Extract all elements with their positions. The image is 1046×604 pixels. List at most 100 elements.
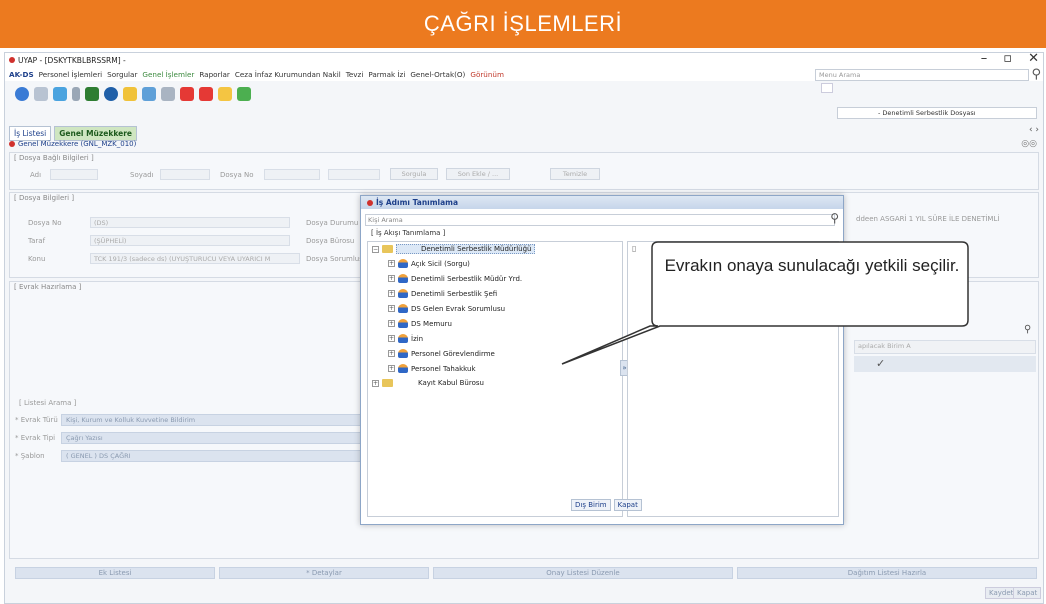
user-group-icon [398, 364, 408, 373]
evrak-turu-select[interactable]: Kişi, Kurum ve Kolluk Kuvvetine Bildirim [61, 414, 361, 426]
tab-nav-icon[interactable]: ‹ › [1029, 125, 1039, 135]
ad-field[interactable] [50, 169, 98, 180]
tree-node[interactable]: + İzin [388, 334, 423, 343]
tab-ek-listesi[interactable]: Ek Listesi [15, 567, 215, 579]
tree-node[interactable]: + Açık Sicil (Sorgu) [388, 259, 470, 268]
close-icon[interactable]: ✕ [1028, 51, 1039, 66]
tree-root-label[interactable]: Denetimli Serbestlik Müdürlüğü [396, 244, 535, 254]
section-title: [ Dosya Bilgileri ] [14, 194, 75, 202]
form-icon [9, 141, 15, 147]
menu-sorgular[interactable]: Sorgular [107, 70, 137, 79]
panel-toggle-icon[interactable]: ◎◎ [1021, 139, 1037, 149]
search-icon[interactable]: ⚲ [1024, 324, 1031, 335]
menu-genel-ortak[interactable]: Genel-Ortak(O) [410, 70, 465, 79]
dosyano-field[interactable] [264, 169, 320, 180]
kapat-button[interactable]: Kapat [1013, 587, 1042, 599]
temizle-button[interactable]: Temizle [550, 168, 600, 180]
tree-node[interactable]: + Kayıt Kabul Bürosu [372, 379, 484, 387]
soyadi-field[interactable] [160, 169, 210, 180]
tab-dagitim-listesi[interactable]: Dağıtım Listesi Hazırla [737, 567, 1037, 579]
menu-personel[interactable]: Personel İşlemleri [39, 70, 103, 79]
menu-search-input[interactable]: Menu Arama [815, 69, 1029, 81]
dis-birim-button[interactable]: Dış Birim [571, 499, 611, 511]
sablon-select[interactable]: ( GENEL ) DS ÇAĞRI [61, 450, 361, 462]
expand-icon[interactable]: + [388, 305, 395, 312]
zoom-icon[interactable] [104, 87, 118, 101]
section-title: [ Evrak Hazırlama ] [14, 283, 82, 291]
search-icon[interactable]: ⚲ [1031, 67, 1041, 82]
menu-akds[interactable]: AK-DS [9, 70, 34, 79]
menu-gorunum[interactable]: Görünüm [470, 70, 504, 79]
tree-node[interactable]: + Denetimli Serbestlik Şefi [388, 289, 497, 298]
dosya-tur-field[interactable] [328, 169, 380, 180]
dialog-kapat-button[interactable]: Kapat [613, 499, 642, 511]
tab-detaylar[interactable]: * Detaylar [219, 567, 429, 579]
tab-is-listesi[interactable]: İş Listesi [9, 126, 52, 141]
expand-icon[interactable]: + [388, 335, 395, 342]
son-ekle-button[interactable]: Son Ekle / ... [446, 168, 510, 180]
users-icon[interactable] [161, 87, 175, 101]
tree-node[interactable]: + DS Gelen Evrak Sorumlusu [388, 304, 505, 313]
tree-node-label: DS Gelen Evrak Sorumlusu [411, 304, 506, 313]
home-icon[interactable] [237, 87, 251, 101]
minimize-icon[interactable]: – [981, 51, 988, 66]
banner-title: ÇAĞRI İŞLEMLERİ [423, 11, 623, 36]
evrak-turu-label: * Evrak Türü [15, 416, 58, 424]
konu-value: TCK 191/3 (sadece ds) (UYUŞTURUCU VEYA U… [90, 253, 300, 264]
dosyano-label: Dosya No [28, 219, 62, 227]
tree-node[interactable]: + Denetimli Serbestlik Müdür Yrd. [388, 274, 522, 283]
collapse-icon[interactable]: − [372, 245, 379, 253]
stamp-icon[interactable] [123, 87, 137, 101]
menu-parmak-izi[interactable]: Parmak İzi [368, 70, 405, 79]
maximize-icon[interactable]: ▫ [1003, 51, 1012, 66]
menu-tevzi[interactable]: Tevzi [346, 70, 364, 79]
expand-icon[interactable]: + [388, 260, 395, 267]
dialog-title: İş Adımı Tanımlama [376, 198, 459, 207]
expand-icon[interactable]: + [388, 365, 395, 372]
send-icon[interactable] [180, 87, 194, 101]
document-icon: ▯ [632, 244, 637, 253]
menu-raporlar[interactable]: Raporlar [199, 70, 230, 79]
arrow-icon[interactable] [199, 87, 213, 101]
small-combo[interactable] [821, 83, 833, 93]
tree-node-label: Personel Görevlendirme [411, 349, 495, 358]
evrak-tipi-select[interactable]: Çağrı Yazısı [61, 432, 361, 444]
expand-icon[interactable]: + [388, 290, 395, 297]
sablon-label: * Şablon [15, 452, 45, 460]
tree-node[interactable]: + Personel Tahakkuk [388, 364, 476, 373]
window-controls: – ▫ ✕ [981, 51, 1039, 66]
dialog-buttons: Dış Birim Kapat [571, 499, 642, 511]
tree-node-label: Denetimli Serbestlik Şefi [411, 289, 498, 298]
cancel-icon[interactable] [34, 87, 48, 101]
expand-icon[interactable]: + [372, 379, 379, 387]
tree-node-label: İzin [411, 334, 424, 343]
sorgula-button[interactable]: Sorgula [390, 168, 438, 180]
expand-icon[interactable]: + [388, 350, 395, 357]
tree-root[interactable]: − Denetimli Serbestlik Müdürlüğü [372, 244, 535, 254]
tree-node-label: Kayıt Kabul Bürosu [418, 379, 484, 387]
konu-label: Konu [28, 255, 46, 263]
case-type-select[interactable]: - Denetimli Serbestlik Dosyası [837, 107, 1037, 119]
tab-onay-listesi[interactable]: Onay Listesi Düzenle [433, 567, 733, 579]
search-icon[interactable]: ⚲ [830, 211, 839, 225]
birim-header: apılacak Birim A [854, 340, 1036, 354]
menu-nakil[interactable]: Ceza İnfaz Kurumundan Nakil [235, 70, 341, 79]
kisi-arama-input[interactable]: Kişi Arama [365, 214, 835, 226]
tab-genel-muzekkere[interactable]: Genel Müzekkere [54, 126, 137, 141]
tree-node-label: Denetimli Serbestlik Müdür Yrd. [411, 274, 523, 283]
tree-node[interactable]: + DS Memuru [388, 319, 452, 328]
expand-icon[interactable]: + [388, 275, 395, 282]
org-tree: − Denetimli Serbestlik Müdürlüğü + Açık S… [367, 241, 623, 517]
folder-icon[interactable] [142, 87, 156, 101]
birim-row[interactable]: ✓ [854, 356, 1036, 372]
document-icon[interactable] [72, 87, 80, 101]
dosyano-value: (DS) [90, 217, 290, 228]
ceza-aciklama: ddeen ASGARİ 1 YIL SÜRE İLE DENETİMLİ [856, 215, 1000, 223]
envelope-icon[interactable] [218, 87, 232, 101]
expand-icon[interactable]: + [388, 320, 395, 327]
menu-genel-islemler[interactable]: Genel İşlemler [142, 70, 194, 79]
tree-node[interactable]: + Personel Görevlendirme [388, 349, 495, 358]
help-icon[interactable] [15, 87, 29, 101]
transfer-icon[interactable] [53, 87, 67, 101]
book-icon[interactable] [85, 87, 99, 101]
